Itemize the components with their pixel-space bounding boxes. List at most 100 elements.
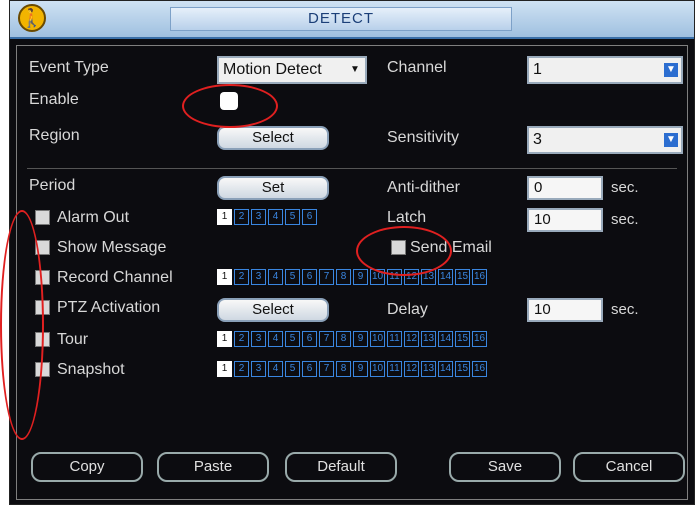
region-label: Region [29, 127, 80, 144]
anti-dither-input[interactable]: 0 [527, 176, 603, 200]
record-channel-2[interactable]: 2 [234, 269, 249, 285]
alarm-out-channel-5[interactable]: 5 [285, 209, 300, 225]
snapshot-channels: 1 2 3 4 5 6 7 8 9 10 11 12 13 14 15 16 [217, 361, 487, 377]
record-channel-1[interactable]: 1 [217, 269, 232, 285]
latch-input[interactable]: 10 [527, 208, 603, 232]
tour-channel-12[interactable]: 12 [404, 331, 419, 347]
alarm-out-channel-4[interactable]: 4 [268, 209, 283, 225]
anti-dither-label: Anti-dither [387, 179, 460, 196]
region-select-button[interactable]: Select [217, 126, 329, 150]
record-channel-5[interactable]: 5 [285, 269, 300, 285]
paste-button[interactable]: Paste [157, 452, 269, 482]
snapshot-channel-4[interactable]: 4 [268, 361, 283, 377]
ptz-select-button[interactable]: Select [217, 298, 329, 322]
tour-channel-3[interactable]: 3 [251, 331, 266, 347]
alarm-out-checkbox[interactable] [35, 210, 50, 225]
tour-channel-5[interactable]: 5 [285, 331, 300, 347]
annotation-ellipse-send-email [356, 226, 452, 276]
period-label: Period [29, 177, 76, 194]
title-bar: 🚶 DETECT [10, 1, 694, 39]
snapshot-channel-13[interactable]: 13 [421, 361, 436, 377]
annotation-ellipse-enable [182, 84, 278, 128]
channel-dropdown[interactable]: 1 ▼ [527, 56, 683, 84]
alarm-out-channels: 123456 [217, 209, 317, 225]
latch-unit: sec. [611, 211, 639, 228]
tour-channel-8[interactable]: 8 [336, 331, 351, 347]
save-button[interactable]: Save [449, 452, 561, 482]
tour-channel-7[interactable]: 7 [319, 331, 334, 347]
tour-channel-10[interactable]: 10 [370, 331, 385, 347]
event-type-dropdown[interactable]: Motion Detect ▼ [217, 56, 367, 84]
tour-channel-13[interactable]: 13 [421, 331, 436, 347]
tour-channel-9[interactable]: 9 [353, 331, 368, 347]
snapshot-channel-14[interactable]: 14 [438, 361, 453, 377]
sensitivity-dropdown[interactable]: 3 ▼ [527, 126, 683, 154]
snapshot-channel-6[interactable]: 6 [302, 361, 317, 377]
running-man-icon: 🚶 [18, 4, 46, 32]
channel-value: 1 [533, 61, 542, 78]
tour-label: Tour [57, 331, 89, 348]
snapshot-channel-12[interactable]: 12 [404, 361, 419, 377]
record-channel-14[interactable]: 14 [438, 269, 453, 285]
dialog-body: Event Type Motion Detect ▼ Channel 1 ▼ E… [16, 45, 688, 500]
divider [27, 168, 677, 169]
period-set-button[interactable]: Set [217, 176, 329, 200]
snapshot-channel-1[interactable]: 1 [217, 361, 232, 377]
tour-channel-16[interactable]: 16 [472, 331, 487, 347]
alarm-out-channel-6[interactable]: 6 [302, 209, 317, 225]
cancel-button[interactable]: Cancel [573, 452, 685, 482]
dialog-title: DETECT [170, 7, 512, 31]
event-type-label: Event Type [29, 59, 109, 76]
record-channel-15[interactable]: 15 [455, 269, 470, 285]
record-channel-4[interactable]: 4 [268, 269, 283, 285]
alarm-out-label: Alarm Out [57, 209, 130, 226]
chevron-down-icon: ▼ [350, 64, 360, 75]
snapshot-channel-15[interactable]: 15 [455, 361, 470, 377]
tour-channel-2[interactable]: 2 [234, 331, 249, 347]
snapshot-channel-10[interactable]: 10 [370, 361, 385, 377]
tour-channel-11[interactable]: 11 [387, 331, 402, 347]
snapshot-label: Snapshot [57, 361, 125, 378]
snapshot-channel-7[interactable]: 7 [319, 361, 334, 377]
record-channel-7[interactable]: 7 [319, 269, 334, 285]
tour-channels: 1 2 3 4 5 6 7 8 9 10 11 12 13 14 15 16 [217, 331, 487, 347]
snapshot-channel-16[interactable]: 16 [472, 361, 487, 377]
default-button[interactable]: Default [285, 452, 397, 482]
snapshot-channel-2[interactable]: 2 [234, 361, 249, 377]
record-channel-9[interactable]: 9 [353, 269, 368, 285]
tour-channel-14[interactable]: 14 [438, 331, 453, 347]
tour-channel-15[interactable]: 15 [455, 331, 470, 347]
record-channel-3[interactable]: 3 [251, 269, 266, 285]
record-channel-16[interactable]: 16 [472, 269, 487, 285]
chevron-down-icon: ▼ [664, 133, 678, 147]
record-channels: 1 2 3 4 5 6 7 8 9 10 11 12 13 14 15 16 [217, 269, 487, 285]
snapshot-channel-3[interactable]: 3 [251, 361, 266, 377]
delay-label: Delay [387, 301, 428, 318]
tour-channel-1[interactable]: 1 [217, 331, 232, 347]
snapshot-channel-11[interactable]: 11 [387, 361, 402, 377]
chevron-down-icon: ▼ [664, 63, 678, 77]
alarm-out-channel-3[interactable]: 3 [251, 209, 266, 225]
tour-channel-6[interactable]: 6 [302, 331, 317, 347]
detect-dialog: 🚶 DETECT Event Type Motion Detect ▼ Chan… [9, 0, 695, 505]
alarm-out-channel-1[interactable]: 1 [217, 209, 232, 225]
latch-label: Latch [387, 209, 427, 226]
enable-label: Enable [29, 91, 79, 108]
record-channel-8[interactable]: 8 [336, 269, 351, 285]
ptz-activation-label: PTZ Activation [57, 299, 161, 316]
delay-unit: sec. [611, 301, 639, 318]
snapshot-channel-9[interactable]: 9 [353, 361, 368, 377]
annotation-ellipse-checkboxes [0, 210, 44, 440]
tour-channel-4[interactable]: 4 [268, 331, 283, 347]
snapshot-channel-8[interactable]: 8 [336, 361, 351, 377]
anti-dither-unit: sec. [611, 179, 639, 196]
alarm-out-channel-2[interactable]: 2 [234, 209, 249, 225]
snapshot-channel-5[interactable]: 5 [285, 361, 300, 377]
show-message-label: Show Message [57, 239, 167, 256]
copy-button[interactable]: Copy [31, 452, 143, 482]
record-channel-6[interactable]: 6 [302, 269, 317, 285]
event-type-value: Motion Detect [223, 61, 322, 78]
sensitivity-value: 3 [533, 131, 542, 148]
channel-label: Channel [387, 59, 447, 76]
delay-input[interactable]: 10 [527, 298, 603, 322]
